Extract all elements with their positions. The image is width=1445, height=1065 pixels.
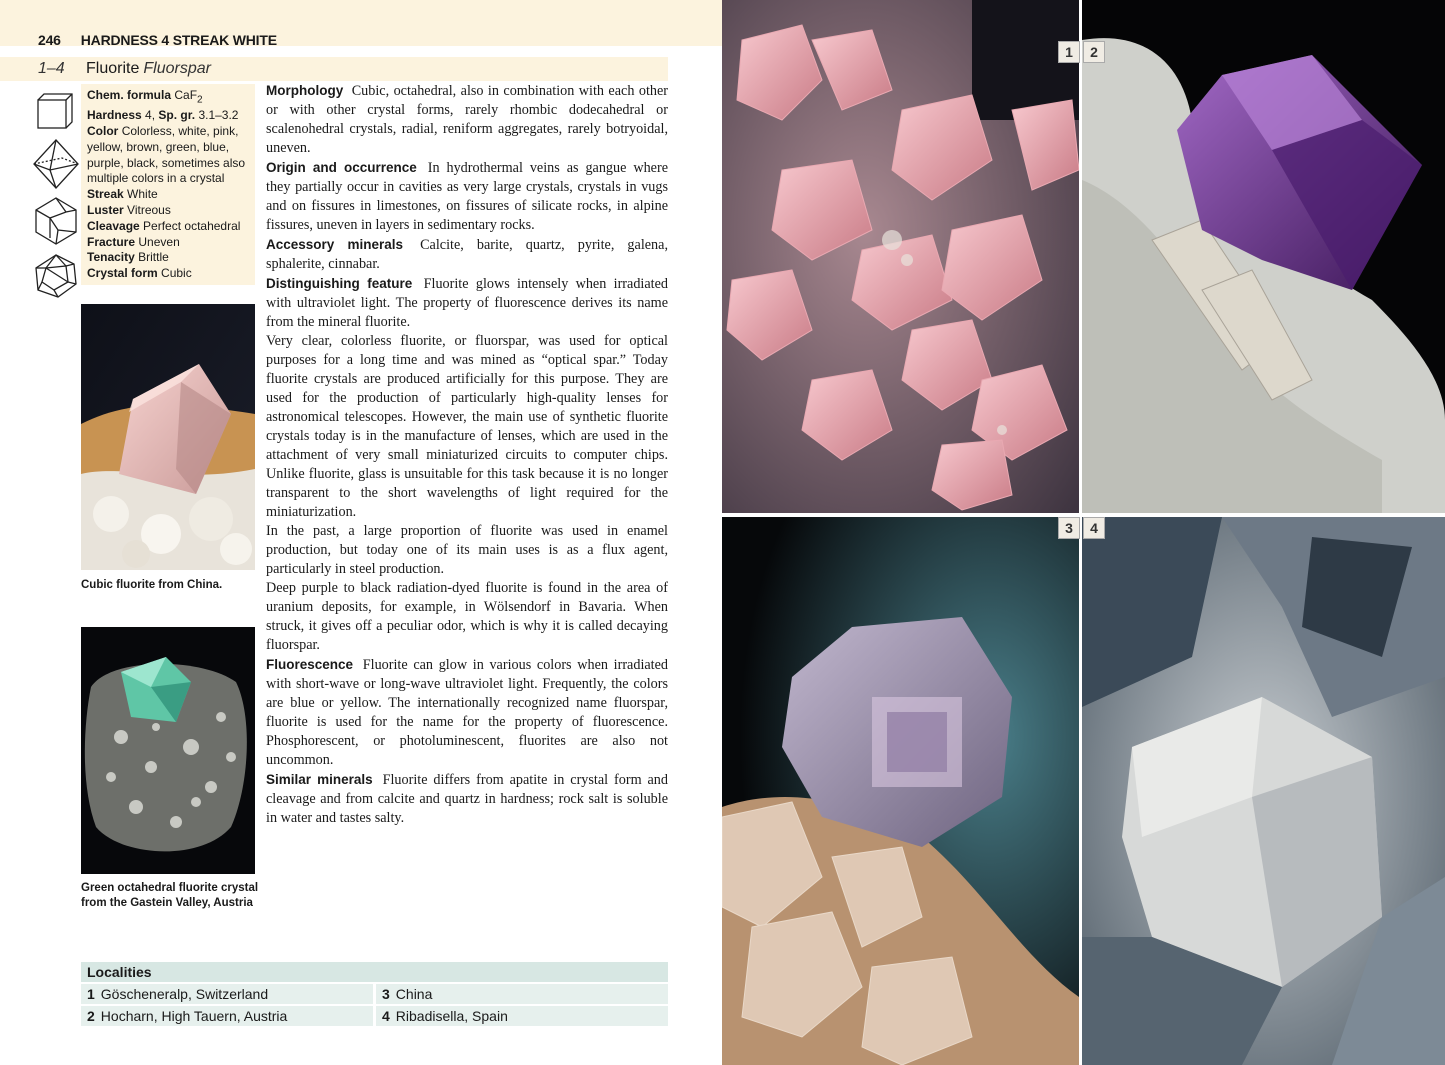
plate-3-photo	[722, 517, 1079, 1065]
streak-value: White	[127, 187, 158, 202]
caption-photo-1: Cubic fluorite from China.	[81, 579, 223, 591]
formula-subscript: 2	[197, 94, 203, 106]
localities-heading: Localities	[81, 962, 668, 982]
crystal-form-icons	[32, 88, 80, 306]
heading-similar: Similar minerals	[266, 772, 373, 787]
plate-2-photo	[1082, 0, 1445, 513]
formula-label: Chem. formula	[87, 88, 172, 102]
octahedron-icon	[33, 139, 79, 189]
locality-cell: 1 Göscheneralp, Switzerland	[81, 984, 373, 1004]
locality-cell: 3 China	[376, 984, 668, 1004]
table-row: 1 Göscheneralp, Switzerland 3 China	[81, 984, 668, 1004]
heading-distinguishing: Distinguishing feature	[266, 276, 413, 291]
heading-origin: Origin and occurrence	[266, 160, 417, 175]
locality-number: 1	[87, 986, 95, 1002]
title-range: 1–4	[38, 60, 65, 77]
section-accessory: Accessory minerals Calcite, barite, quar…	[266, 235, 668, 274]
body-text: Morphology Cubic, octahedral, also in co…	[266, 81, 668, 828]
section-origin: Origin and occurrence In hydrothermal ve…	[266, 158, 668, 235]
plate-badge-4: 4	[1083, 517, 1105, 539]
cube-icon	[37, 93, 73, 129]
photo-cubic-fluorite	[81, 304, 255, 570]
locality-cell: 4 Ribadisella, Spain	[376, 1006, 668, 1026]
cleavage-value: Perfect octahedral	[143, 218, 241, 233]
left-page: 246 HARDNESS 4 STREAK WHITE 1–4 Fluorite F…	[0, 0, 722, 1065]
heading-morphology: Morphology	[266, 83, 344, 98]
locality-name: Hocharn, High Tauern, Austria	[100, 1008, 288, 1024]
section-distinguishing: Distinguishing feature Fluorite glows in…	[266, 274, 668, 332]
cleavage-label: Cleavage	[87, 218, 140, 233]
plate-4-photo	[1082, 517, 1445, 1065]
crystal-form-value: Cubic	[161, 266, 192, 281]
mineral-name: Fluorite	[86, 60, 140, 77]
mineral-alt-name: Fluorspar	[143, 60, 211, 77]
caption-photo-2: Green octahedral fluorite crystal from t…	[81, 882, 259, 909]
crystal-form-label: Crystal form	[87, 266, 158, 281]
dodecahedron-icon	[35, 197, 77, 245]
locality-name: Ribadisella, Spain	[395, 1008, 508, 1024]
paragraph-purple: Deep purple to black radiation-dyed fluo…	[266, 580, 668, 653]
sg-label: Sp. gr.	[158, 108, 196, 123]
locality-cell: 2 Hocharn, High Tauern, Austria	[81, 1006, 373, 1026]
sg-value: 3.1–3.2	[198, 108, 239, 123]
fracture-label: Fracture	[87, 234, 136, 249]
locality-name: China	[395, 986, 433, 1002]
icosahedron-icon	[35, 254, 77, 298]
locality-name: Göscheneralp, Switzerland	[100, 986, 269, 1002]
locality-number: 4	[382, 1008, 390, 1024]
plate-1-photo	[722, 0, 1079, 513]
luster-value: Vitreous	[127, 202, 171, 217]
formula-value: CaF	[174, 88, 198, 102]
plate-badge-2: 2	[1083, 41, 1105, 63]
fracture-value: Uneven	[138, 234, 180, 249]
streak-label: Streak	[87, 187, 124, 202]
right-page-photo-plate: 1 2 3 4	[722, 0, 1445, 1065]
mineral-title: Fluorite Fluorspar	[86, 60, 211, 78]
heading-accessory: Accessory minerals	[266, 237, 404, 252]
tenacity-value: Brittle	[138, 250, 169, 265]
luster-label: Luster	[87, 202, 124, 217]
locality-number: 3	[382, 986, 390, 1002]
text-fluorescence: Fluorite can glow in various colors when…	[266, 657, 669, 768]
properties-box: Chem. formula CaF2 Hardness 4, Sp. gr. 3…	[81, 84, 255, 285]
localities-table: Localities 1 Göscheneralp, Switzerland 3C…	[81, 962, 668, 1026]
section-similar: Similar minerals Fluorite differs from a…	[266, 770, 668, 828]
section-fluorescence: Fluorescence Fluorite can glow in variou…	[266, 655, 668, 770]
tenacity-label: Tenacity	[87, 250, 135, 265]
running-head-text: HARDNESS 4 STREAK WHITE	[80, 32, 277, 48]
heading-fluorescence: Fluorescence	[266, 657, 354, 672]
hardness-label: Hardness	[87, 108, 142, 123]
page-number: 246	[38, 32, 61, 48]
photo-green-fluorite	[81, 627, 255, 874]
paragraph-enamel: In the past, a large proportion of fluor…	[266, 523, 668, 577]
paragraph-optical: Very clear, colorless fluorite, or fluor…	[266, 333, 668, 520]
plate-badge-1: 1	[1058, 41, 1080, 63]
hardness-value: 4,	[145, 108, 156, 123]
running-head: 246 HARDNESS 4 STREAK WHITE	[38, 32, 277, 48]
section-morphology: Morphology Cubic, octahedral, also in co…	[266, 81, 668, 158]
color-label: Color	[87, 123, 119, 138]
plate-badge-3: 3	[1058, 517, 1080, 539]
table-row: 2 Hocharn, High Tauern, Austria 4 Ribadise…	[81, 1006, 668, 1026]
locality-number: 2	[87, 1008, 95, 1024]
